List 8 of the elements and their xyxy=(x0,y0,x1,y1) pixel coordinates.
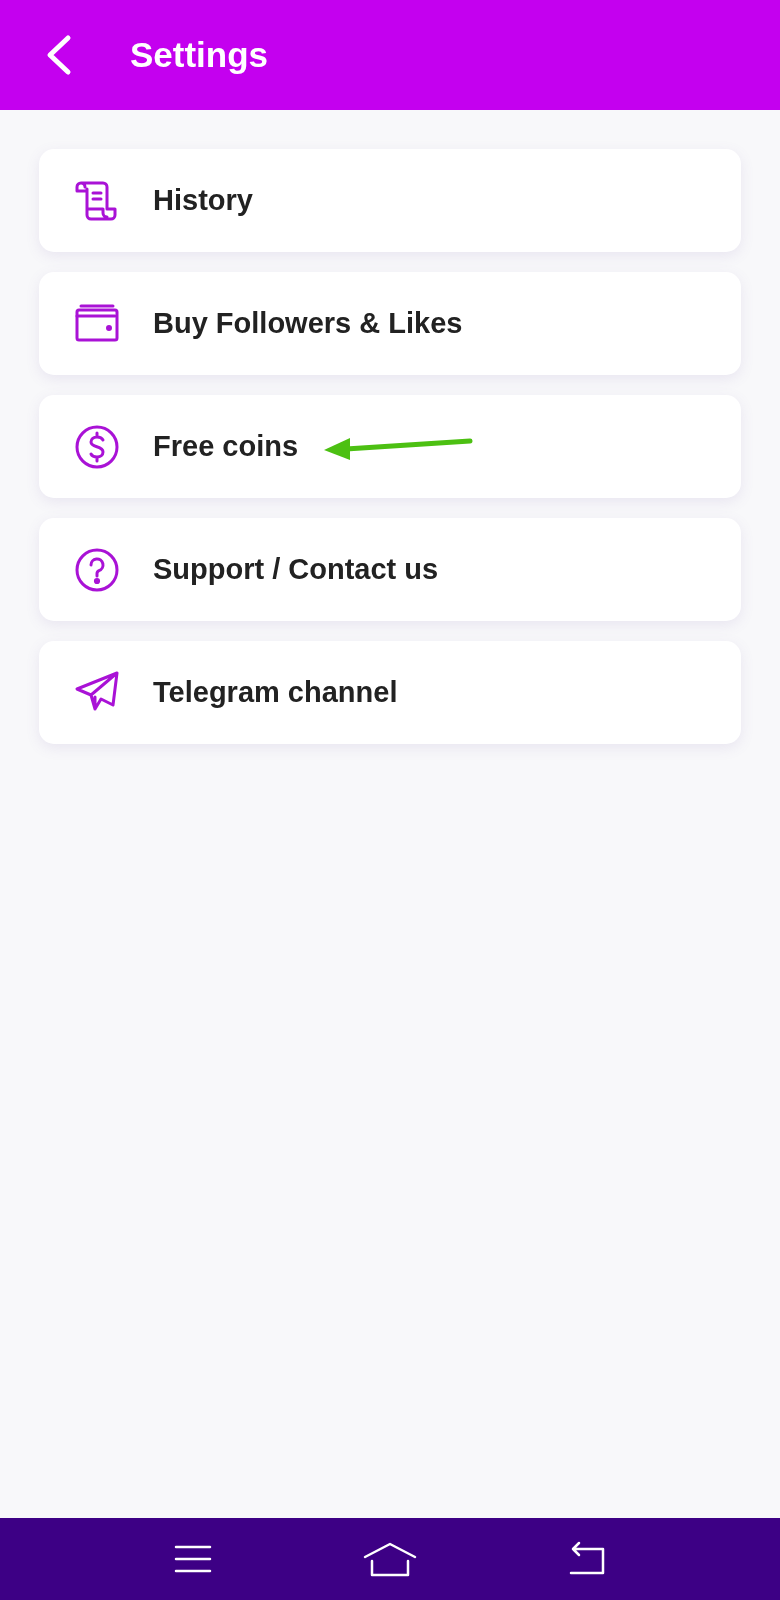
settings-item[interactable]: Telegram channel xyxy=(39,641,741,744)
settings-item[interactable]: Support / Contact us xyxy=(39,518,741,621)
screen-title: Settings xyxy=(130,35,269,75)
settings-item[interactable]: History xyxy=(39,149,741,252)
back-icon[interactable] xyxy=(567,1541,607,1577)
settings-item[interactable]: Buy Followers & Likes xyxy=(39,272,741,375)
settings-item[interactable]: Free coins xyxy=(39,395,741,498)
home-icon[interactable] xyxy=(363,1541,417,1577)
